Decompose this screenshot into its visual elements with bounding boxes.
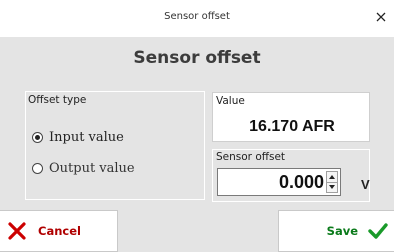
stepper-arrows: [326, 171, 338, 193]
window-title: Sensor offset: [164, 11, 230, 22]
sensor-offset-value[interactable]: 0.000: [218, 172, 326, 193]
sensor-offset-label: Sensor offset: [216, 151, 286, 163]
sensor-offset-dialog: Sensor offset Sensor offset Offset type …: [0, 0, 394, 252]
offset-type-label: Offset type: [28, 94, 87, 106]
radio-unselected-indicator: [32, 163, 43, 174]
cancel-label: Cancel: [38, 224, 81, 238]
x-icon: [8, 222, 26, 240]
output-value-label: Output value: [49, 161, 135, 176]
value-display: Value 16.170 AFR: [212, 92, 370, 142]
input-value-label: Input value: [49, 130, 124, 145]
sensor-offset-stepper[interactable]: 0.000: [217, 168, 341, 196]
chevron-up-icon: [329, 174, 335, 179]
dialog-heading: Sensor offset: [133, 48, 261, 68]
chevron-down-icon: [329, 185, 335, 190]
stepper-down-button[interactable]: [327, 181, 337, 193]
sensor-offset-group: Sensor offset 0.000 V: [212, 149, 370, 202]
close-button[interactable]: [372, 7, 390, 27]
value-label: Value: [216, 95, 245, 107]
title-bar: Sensor offset: [0, 0, 394, 37]
offset-type-group: Offset type Input value Output value: [25, 91, 205, 200]
sensor-offset-unit: V: [361, 177, 370, 192]
cancel-button[interactable]: Cancel: [0, 210, 118, 252]
save-button[interactable]: Save: [278, 210, 394, 252]
output-value-radio[interactable]: Output value: [32, 161, 135, 176]
close-icon: [376, 12, 386, 22]
input-value-radio[interactable]: Input value: [32, 130, 124, 145]
radio-selected-indicator: [32, 132, 43, 143]
save-label: Save: [326, 224, 358, 238]
check-icon: [368, 223, 388, 239]
value-readout: 16.170 AFR: [249, 118, 335, 135]
stepper-up-button[interactable]: [327, 172, 337, 182]
